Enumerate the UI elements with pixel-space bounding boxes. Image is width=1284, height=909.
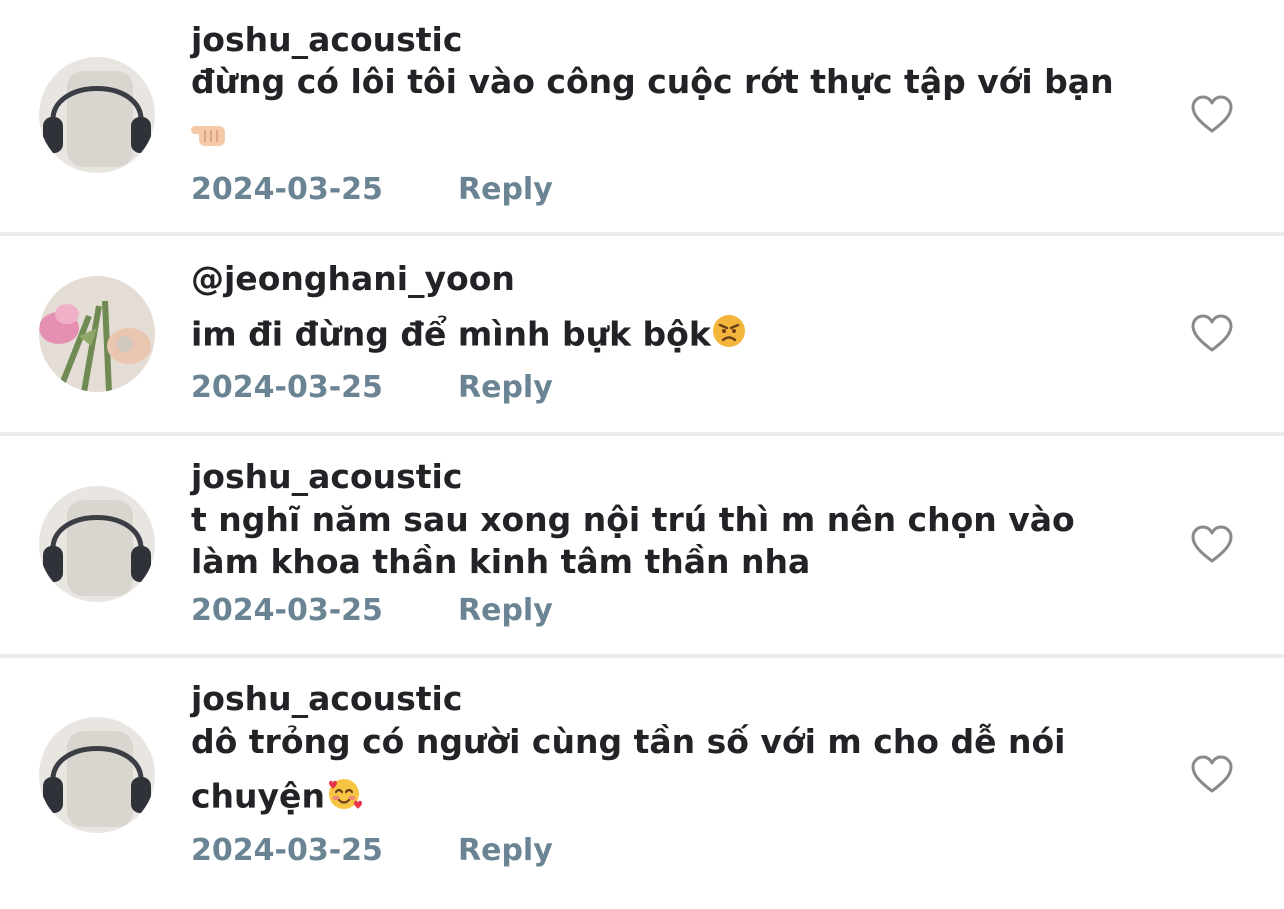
comment-date: 2024-03-25: [191, 593, 383, 628]
flowers-avatar-image: [39, 276, 155, 392]
like-button[interactable]: [1190, 314, 1234, 354]
comment-item: joshu_acoustic đừng có lôi tôi vào công …: [0, 0, 1284, 232]
comment-item: joshu_acoustic t nghĩ năm sau xong nội t…: [0, 436, 1284, 654]
comment-meta: 2024-03-25 Reply: [191, 833, 553, 869]
like-button[interactable]: [1190, 755, 1234, 795]
comment-text-content: chuyện: [191, 776, 325, 816]
angry-face-icon: [711, 313, 747, 359]
reply-button[interactable]: Reply: [458, 593, 553, 629]
comment-username[interactable]: joshu_acoustic: [191, 20, 462, 60]
headphones-avatar-image: [39, 57, 155, 173]
heart-icon: [1191, 525, 1233, 563]
headphones-avatar-image: [39, 486, 155, 602]
avatar[interactable]: [39, 57, 155, 173]
comment-username[interactable]: joshu_acoustic: [191, 457, 462, 497]
comment-meta: 2024-03-25 Reply: [191, 593, 553, 629]
reply-button[interactable]: Reply: [458, 833, 553, 869]
comment-text: im đi đừng để mình bựk bộk: [191, 313, 1151, 359]
comment-item: joshu_acoustic dô trỏng có người cùng tầ…: [0, 658, 1284, 909]
comment-text-line: im đi đừng để mình bựk bộk: [191, 313, 1151, 359]
headphones-avatar-image: [39, 717, 155, 833]
heart-icon: [1191, 755, 1233, 793]
comment-username[interactable]: @jeonghani_yoon: [191, 259, 515, 299]
comment-date: 2024-03-25: [191, 370, 383, 405]
comment-text-line: đừng có lôi tôi vào công cuộc rớt thực t…: [191, 62, 1114, 101]
avatar[interactable]: [39, 486, 155, 602]
comment-date: 2024-03-25: [191, 833, 383, 868]
comment-meta: 2024-03-25 Reply: [191, 370, 553, 406]
comment-username[interactable]: joshu_acoustic: [191, 679, 462, 719]
comment-list: joshu_acoustic đừng có lôi tôi vào công …: [0, 0, 1284, 909]
like-button[interactable]: [1190, 95, 1234, 135]
comment-meta: 2024-03-25 Reply: [191, 172, 553, 208]
smiling-face-with-hearts-icon: [325, 775, 363, 821]
comment-text: t nghĩ năm sau xong nội trú thì m nên ch…: [191, 499, 1151, 583]
comment-date: 2024-03-25: [191, 172, 383, 207]
comment-text-line: làm khoa thần kinh tâm thần nha: [191, 542, 811, 581]
heart-icon: [1191, 95, 1233, 133]
comment-text-content: im đi đừng để mình bựk bộk: [191, 314, 711, 354]
comment-text-line: t nghĩ năm sau xong nội trú thì m nên ch…: [191, 500, 1075, 539]
like-button[interactable]: [1190, 525, 1234, 565]
heart-icon: [1191, 314, 1233, 352]
reply-button[interactable]: Reply: [458, 172, 553, 208]
comment-text-line: dô trỏng có người cùng tần số với m cho …: [191, 722, 1066, 761]
comment-item: @jeonghani_yoon im đi đừng để mình bựk b…: [0, 236, 1284, 432]
avatar[interactable]: [39, 717, 155, 833]
reply-button[interactable]: Reply: [458, 370, 553, 406]
comment-text: dô trỏng có người cùng tần số với m cho …: [191, 721, 1151, 821]
comment-text-line: chuyện: [191, 775, 1151, 821]
comment-text: đừng có lôi tôi vào công cuộc rớt thực t…: [191, 61, 1151, 103]
backhand-index-pointing-left-icon: [191, 118, 229, 156]
avatar[interactable]: [39, 276, 155, 392]
